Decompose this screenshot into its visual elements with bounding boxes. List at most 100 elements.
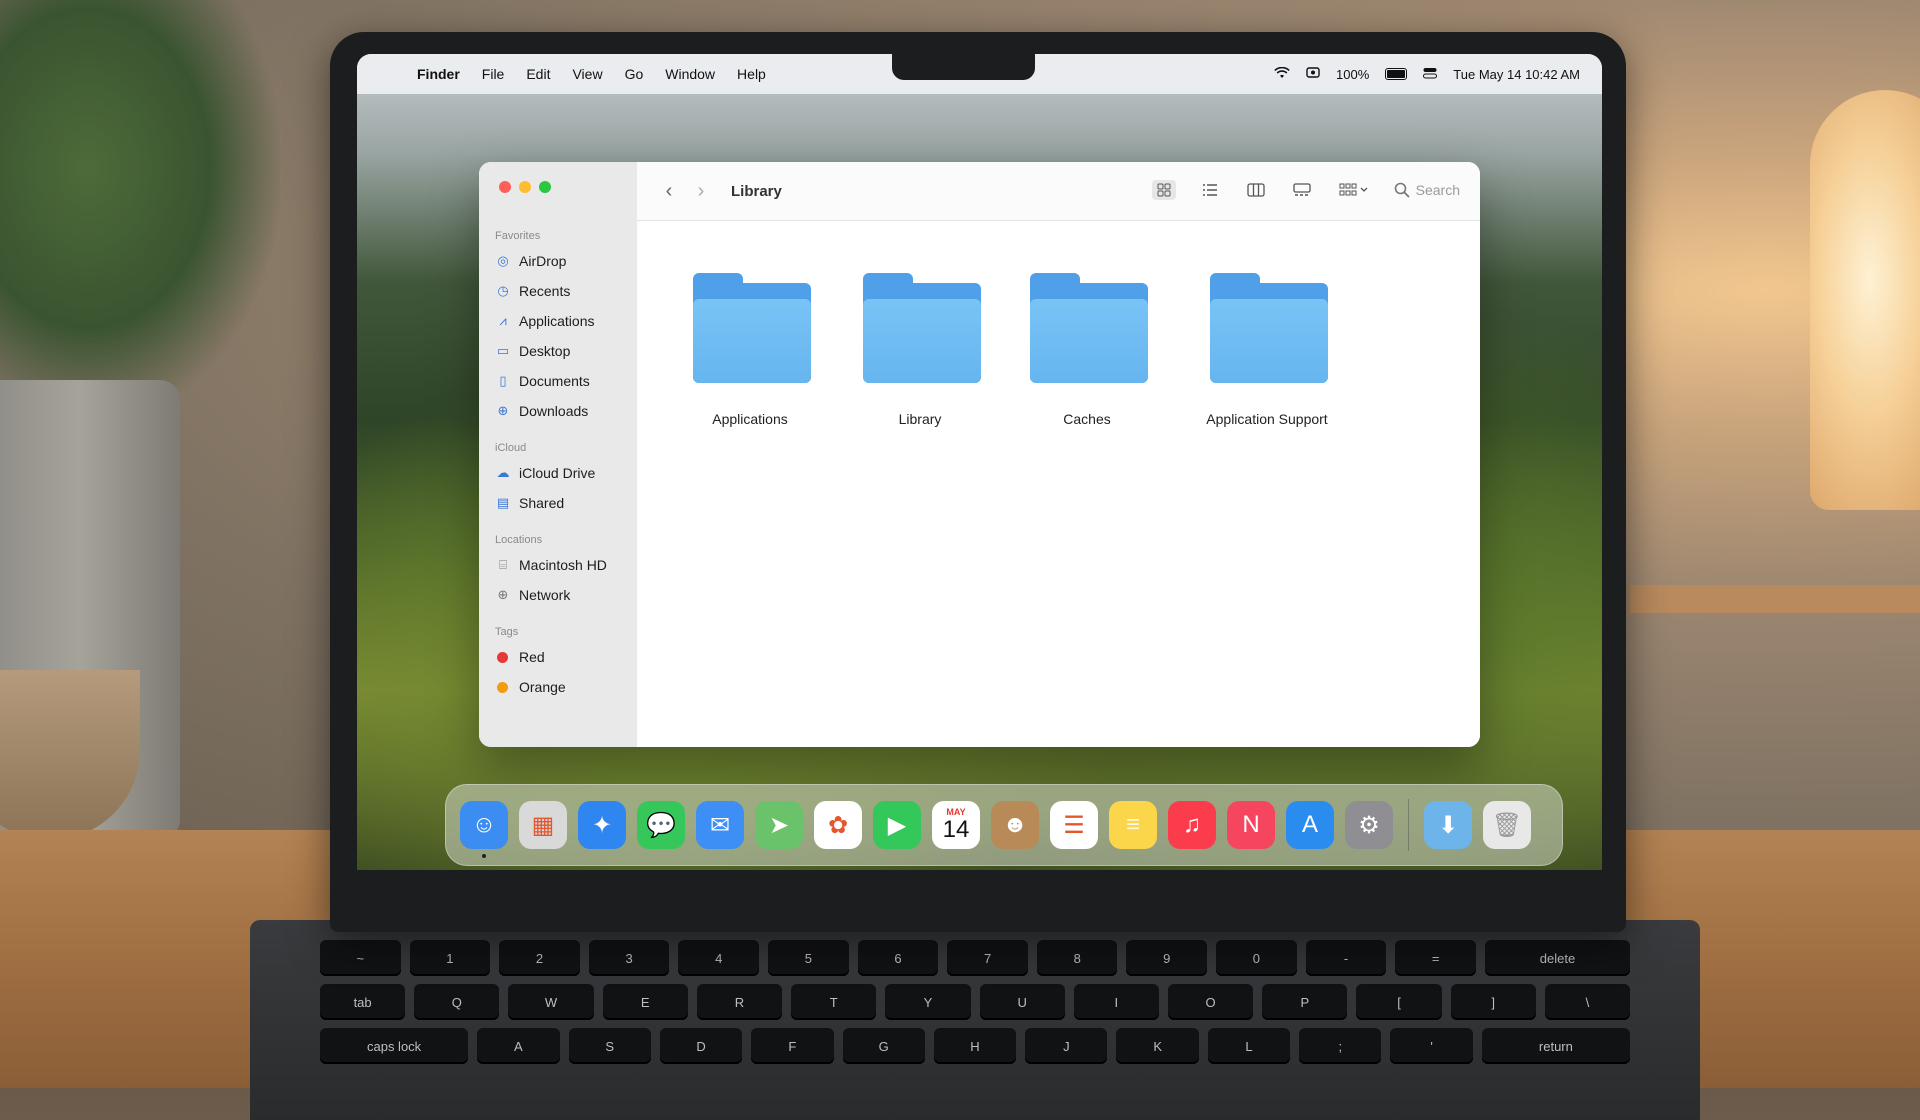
key: P [1262, 984, 1348, 1020]
sidebar-item-downloads[interactable]: ⊕ Downloads [479, 396, 637, 426]
folder-item[interactable]: Application Support [1172, 273, 1362, 427]
keyboard-row-2: tab Q W E R T Y U I O P[] \ [320, 984, 1631, 1020]
sidebar-section-icloud: iCloud [495, 442, 527, 454]
desktop-icon: ▭ [496, 343, 510, 358]
sidebar-item-applications[interactable]: ⩘ Applications [479, 306, 637, 336]
menu-edit[interactable]: Edit [526, 66, 550, 82]
key: 6 [857, 940, 939, 976]
safari-icon[interactable]: ✦ [578, 801, 626, 849]
key: return [1481, 1028, 1630, 1064]
lamp [1810, 90, 1920, 510]
folder-item[interactable]: Library [845, 273, 995, 427]
finder-toolbar: ‹ › Library Search [637, 162, 1480, 221]
calendar-icon[interactable]: MAY 14 [932, 801, 980, 849]
folder-label: Library [898, 411, 942, 427]
screen: Finder File Edit View Go Window Help 100… [357, 54, 1602, 870]
sidebar-item-shared[interactable]: ▤ Shared [479, 488, 637, 518]
key: A [477, 1028, 560, 1064]
launchpad-icon[interactable]: ▦ [519, 801, 567, 849]
key: R [696, 984, 783, 1020]
icon-view-icon[interactable] [1151, 180, 1176, 200]
contacts-icon[interactable]: ☻ [991, 801, 1039, 849]
reminders-icon[interactable]: ☰ [1050, 801, 1098, 849]
folder-item[interactable]: Caches [1012, 273, 1162, 427]
menu-file[interactable]: File [482, 66, 505, 82]
key: = [1395, 940, 1476, 976]
apple-menu-icon[interactable] [379, 65, 395, 83]
sidebar-section-tags: Tags [495, 626, 519, 638]
sidebar-item-label: Desktop [519, 343, 571, 359]
folder-item[interactable]: Applications [675, 273, 825, 427]
search-field[interactable]: Search [1394, 182, 1460, 198]
battery-fill [1387, 70, 1406, 78]
list-view-icon[interactable] [1198, 180, 1222, 200]
clock-icon: ◷ [497, 283, 509, 298]
window-title: Library [731, 182, 782, 200]
photos-icon[interactable]: ✿ [814, 801, 862, 849]
sidebar-item-label: Documents [519, 373, 590, 389]
folder-icon [1026, 273, 1148, 385]
facetime-icon[interactable]: ▶ [873, 801, 921, 849]
music-icon[interactable]: ♫ [1168, 801, 1216, 849]
minimize-button[interactable] [519, 181, 531, 193]
hard-drive-icon: ⌸ [499, 557, 507, 572]
key: J [1025, 1028, 1108, 1064]
sidebar-item-label: Downloads [519, 403, 589, 419]
messages-icon[interactable]: 💬 [637, 801, 685, 849]
sidebar-item-tag-red[interactable]: Red [479, 642, 637, 672]
forward-chevron-icon[interactable]: › [685, 180, 717, 203]
sidebar-item-documents[interactable]: ▯ Documents [479, 366, 637, 396]
folder-icon [859, 273, 981, 385]
wifi-icon[interactable] [1274, 66, 1290, 82]
key: I [1073, 984, 1159, 1020]
system-settings-icon[interactable]: ⚙ [1345, 801, 1393, 849]
globe-icon: ⊕ [497, 587, 509, 602]
group-by-icon[interactable] [1336, 180, 1372, 200]
control-center-icon[interactable] [1423, 67, 1438, 82]
finder-icon[interactable]: ☺ [460, 801, 508, 858]
key: ~ [320, 940, 401, 976]
sidebar-item-airdrop[interactable]: ◎ AirDrop [479, 246, 637, 276]
sidebar-item-label: Macintosh HD [519, 557, 607, 573]
zoom-button[interactable] [539, 181, 551, 193]
screen-mirroring-icon[interactable] [1306, 66, 1320, 82]
gallery-view-icon[interactable] [1290, 180, 1314, 200]
menu-go[interactable]: Go [625, 66, 644, 82]
key: 7 [947, 940, 1028, 976]
downloads-stack-icon[interactable]: ⬇ [1424, 801, 1472, 849]
key: Y [885, 984, 971, 1020]
notes-icon[interactable]: ≡ [1109, 801, 1157, 849]
column-view-icon[interactable] [1244, 180, 1268, 200]
menu-help[interactable]: Help [737, 66, 766, 82]
key: 8 [1036, 940, 1118, 976]
sidebar-item-label: iCloud Drive [519, 465, 596, 481]
sidebar-item-desktop[interactable]: ▭ Desktop [479, 336, 637, 366]
news-icon[interactable]: N [1227, 801, 1275, 849]
app-menu-finder[interactable]: Finder [417, 66, 460, 82]
cloud-icon: ☁ [496, 465, 510, 480]
close-button[interactable] [499, 181, 511, 193]
key: ; [1299, 1028, 1382, 1064]
mail-icon[interactable]: ✉ [696, 801, 744, 849]
sidebar-item-recents[interactable]: ◷ Recents [479, 276, 637, 306]
sidebar-item-label: Recents [519, 283, 571, 299]
sidebar-item-macintosh-hd[interactable]: ⌸ Macintosh HD [479, 550, 637, 580]
menu-clock[interactable]: Tue May 14 10:42 AM [1453, 67, 1580, 82]
maps-icon[interactable]: ➤ [755, 801, 803, 849]
sidebar-item-tag-orange[interactable]: Orange [479, 672, 637, 702]
sidebar-item-icloud-drive[interactable]: ☁ iCloud Drive [479, 458, 637, 488]
trash-icon[interactable]: 🗑 [1483, 801, 1531, 849]
key: S [568, 1028, 651, 1064]
battery-icon[interactable] [1385, 68, 1408, 80]
back-chevron-icon[interactable]: ‹ [653, 180, 685, 203]
app-store-icon[interactable]: A [1286, 801, 1334, 849]
key: Q [414, 984, 500, 1020]
sidebar-section-favorites: Favorites [495, 230, 541, 242]
key: 2 [499, 940, 580, 976]
search-placeholder: Search [1415, 182, 1460, 198]
menu-window[interactable]: Window [665, 66, 715, 82]
key: G [842, 1028, 925, 1064]
sidebar-item-network[interactable]: ⊕ Network [479, 580, 637, 610]
menu-view[interactable]: View [572, 66, 602, 82]
key: 4 [678, 940, 760, 976]
